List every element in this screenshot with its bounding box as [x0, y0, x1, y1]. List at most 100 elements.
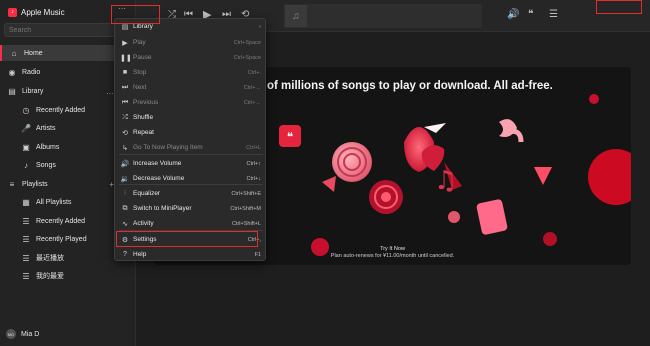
art-shape: [381, 192, 391, 202]
banner-heading: of millions of songs to play or download…: [267, 80, 553, 92]
sidebar-item-label: Recently Played: [36, 235, 87, 243]
menu-item-library[interactable]: ▤ Library ›: [115, 19, 267, 34]
lyrics-icon[interactable]: ❝: [528, 9, 533, 21]
menu-separator: [119, 230, 263, 231]
playlist-item-icon: ☰: [22, 271, 30, 281]
menu-item-shortcut: Ctrl+Space: [233, 39, 261, 46]
volume-icon[interactable]: 🔊: [507, 9, 519, 21]
menu-item-repeat[interactable]: ⟲ Repeat: [115, 125, 267, 140]
now-playing-panel: ♫: [284, 4, 482, 28]
miniplayer-icon: ⧉: [122, 204, 128, 212]
sidebar-item-label: Recently Added: [36, 217, 86, 225]
menu-item-shortcut: Ctrl+↑: [246, 160, 261, 167]
menu-more-button[interactable]: ···: [118, 3, 126, 15]
sidebar-item-label: Radio: [22, 68, 41, 76]
art-shape: [589, 94, 599, 104]
house-icon: ⌂: [11, 48, 17, 58]
menu-item-shortcut: Ctrl+.: [247, 69, 261, 76]
sidebar-item[interactable]: ☰ 我的最爱: [0, 268, 136, 284]
volume-up-icon: 🔊: [120, 160, 130, 168]
menu-item-shortcut: Ctrl+↓: [246, 175, 261, 182]
menu-item-switch-to-miniplayer[interactable]: ⧉ Switch to MiniPlayer Ctrl+Shift+M: [115, 201, 267, 216]
next-icon: ⏭: [121, 83, 129, 91]
menu-item-shortcut: Ctrl+Shift+L: [231, 220, 261, 227]
music-note-icon: ♫: [285, 5, 307, 27]
album-icon: ▣: [22, 142, 30, 152]
menu-item-shortcut: Ctrl+←: [243, 99, 261, 106]
menu-item-go-to-now-playing-item: ↳ Go To Now Playing Item Ctrl+L: [115, 140, 267, 155]
gear-icon: ⚙: [121, 236, 129, 244]
note-icon: ♪: [24, 160, 28, 170]
equalizer-icon: ⫶: [124, 189, 126, 197]
app-title: ♪ Apple Music: [8, 5, 65, 19]
avatar: MD: [6, 329, 16, 339]
sidebar-item-label: Playlists: [22, 180, 48, 188]
app-logo-icon: ♪: [8, 7, 17, 17]
library-icon: ▤: [8, 86, 16, 96]
menu-item-label: Switch to MiniPlayer: [133, 205, 192, 212]
menu-item-shortcut: Ctrl+Shift+E: [231, 190, 261, 197]
menu-item-label: Equalizer: [133, 190, 161, 197]
menu-item-shortcut: Ctrl+→: [243, 84, 261, 91]
stop-icon: ■: [122, 69, 128, 76]
sidebar-item-label: Recently Added: [36, 106, 86, 114]
user-name: Mia D: [21, 330, 40, 338]
menu-separator: [119, 184, 263, 185]
menu-item-equalizer[interactable]: ⫶ Equalizer Ctrl+Shift+E: [115, 186, 267, 201]
menu-item-pause: ❚❚ Pause Ctrl+Space: [115, 50, 267, 65]
menu-item-settings[interactable]: ⚙ Settings Ctrl+,: [115, 232, 267, 247]
art-shape: ♫: [434, 166, 457, 196]
play-icon: ▶: [122, 39, 128, 47]
menu-item-label: Settings: [133, 236, 157, 243]
menu-item-label: Stop: [133, 69, 147, 76]
pause-icon: ❚❚: [120, 54, 132, 62]
menu-item-shortcut: Ctrl+,: [247, 236, 261, 243]
art-shape: [424, 123, 446, 133]
menu-item-shuffle[interactable]: ⤮ Shuffle: [115, 110, 267, 125]
menu-item-next: ⏭ Next Ctrl+→: [115, 80, 267, 95]
user-account[interactable]: MD Mia D: [6, 329, 39, 339]
menu-item-stop: ■ Stop Ctrl+.: [115, 65, 267, 80]
art-shape: [476, 199, 508, 235]
search-input[interactable]: [4, 23, 130, 37]
menu-item-shortcut: ›: [259, 23, 261, 30]
menu-item-label: Increase Volume: [133, 160, 182, 167]
library-icon: ▤: [121, 23, 129, 31]
volume-down-icon: 🔉: [120, 175, 130, 183]
menu-item-increase-volume[interactable]: 🔊 Increase Volume Ctrl+↑: [115, 156, 267, 171]
menu-item-label: Activity: [133, 220, 154, 227]
playlist-item-icon: ☰: [22, 234, 30, 244]
art-shape: [543, 232, 557, 246]
more-icon[interactable]: …: [106, 87, 114, 96]
menu-item-label: Help: [133, 251, 147, 258]
microphone-icon: 🎤: [21, 123, 31, 133]
sidebar-item-label: Songs: [36, 161, 56, 169]
menu-item-shortcut: Ctrl+Space: [233, 54, 261, 61]
previous-icon: ⏮: [121, 98, 129, 106]
art-shape: [588, 149, 631, 205]
clock-icon: ◷: [22, 105, 30, 115]
queue-icon[interactable]: ☰: [549, 9, 558, 21]
art-shape: [534, 167, 552, 185]
app-title-text: Apple Music: [21, 7, 65, 17]
sidebar-item-label: Library: [22, 87, 44, 95]
menu-item-label: Previous: [133, 99, 159, 106]
sidebar-item-label: Artists: [36, 124, 56, 132]
playlist-item-icon: ☰: [22, 216, 30, 226]
menu-item-play: ▶ Play Ctrl+Space: [115, 35, 267, 50]
menu-item-label: Shuffle: [133, 114, 154, 121]
menu-item-label: Pause: [133, 54, 152, 61]
grid-icon: ▦: [22, 197, 30, 207]
art-shape: [322, 176, 336, 192]
menu-item-shortcut: Ctrl+Shift+M: [230, 205, 261, 212]
menu-item-activity[interactable]: ∿ Activity Ctrl+Shift+L: [115, 216, 267, 231]
help-icon: ?: [123, 251, 127, 258]
app-menu-dropdown: ▤ Library › ▶ Play Ctrl+Space ❚❚ Pause Ctrl+Spac…: [114, 18, 266, 261]
art-shape: [508, 129, 524, 143]
sidebar-item-label: Albums: [36, 143, 60, 151]
menu-item-previous: ⏮ Previous Ctrl+←: [115, 95, 267, 110]
menu-item-shortcut: F1: [254, 251, 261, 258]
sidebar-item-label: Home: [24, 49, 43, 57]
menu-item-label: Play: [133, 39, 146, 46]
menu-item-help[interactable]: ? Help F1: [115, 247, 267, 262]
